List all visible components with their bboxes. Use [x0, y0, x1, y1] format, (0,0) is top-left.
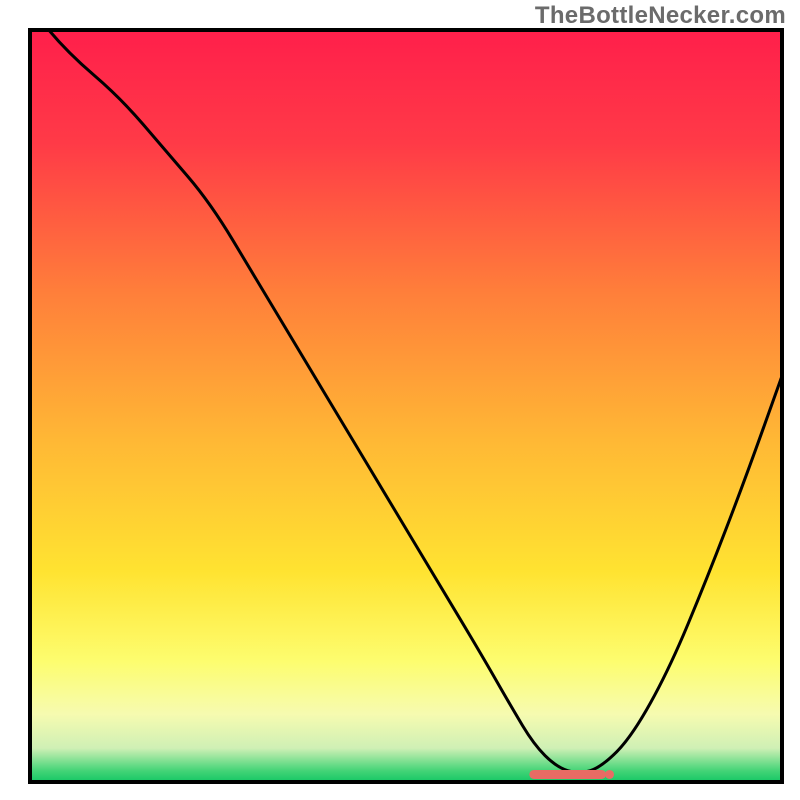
marker-optimal-range-dot — [605, 770, 614, 779]
chart-svg — [0, 0, 800, 800]
bottleneck-chart: TheBottleNecker.com — [0, 0, 800, 800]
watermark-text: TheBottleNecker.com — [535, 2, 786, 30]
